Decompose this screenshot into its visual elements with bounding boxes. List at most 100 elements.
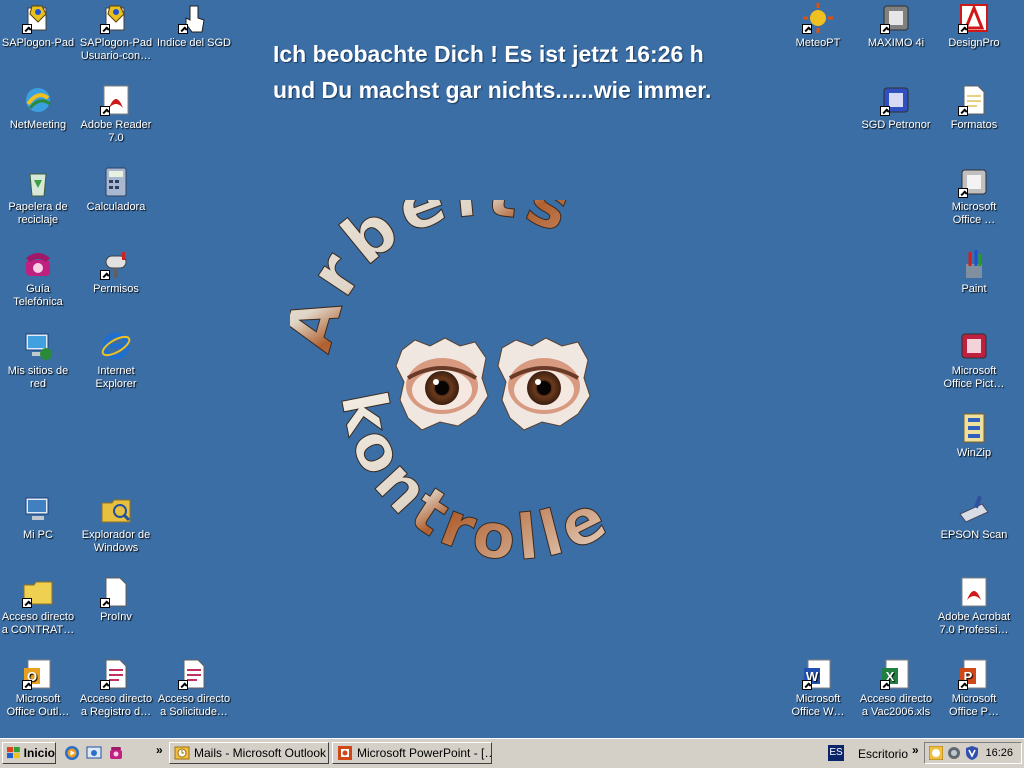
desktop-icon-office-tools[interactable]: Microsoft Office … [936,166,1012,227]
start-label: Inicio [23,746,55,760]
desktop-icon-calculadora[interactable]: Calculadora [78,166,154,214]
desktop-icon-saplogon-pad-usuario[interactable]: SAPlogon-Pad Usuario-con… [78,2,154,63]
desktop-icon-office-word[interactable]: W Microsoft Office W… [780,658,856,719]
desktop-icon-label: Acceso directo a Vac2006.xls [859,693,933,718]
clock[interactable]: 16:26 [985,747,1013,759]
shortcut-arrow-icon [958,680,968,690]
desktop-icon-registro[interactable]: Acceso directo a Registro d… [78,658,154,719]
desktop-icon-label: Paint [961,283,987,295]
phone-directory-icon[interactable] [108,745,124,761]
shortcut-arrow-icon [958,188,968,198]
desktop-icon-office-outlook[interactable]: O Microsoft Office Outl… [0,658,76,719]
sun-icon [802,2,834,34]
desktop-icon-adobe-reader[interactable]: Adobe Reader 7.0 [78,84,154,145]
windows-explorer-icon [100,494,132,526]
outlook-icon: O [22,658,54,690]
desktop-icon-label: Microsoft Office … [951,201,997,226]
desktop-icon-office-picture[interactable]: Microsoft Office Pict… [936,330,1012,391]
desktop-icon-label: DesignPro [948,37,1000,49]
desktop-toolbar-chevron-icon[interactable]: » [912,743,919,757]
desktop-icon-acrobat[interactable]: Adobe Acrobat 7.0 Professi… [936,576,1012,637]
acrobat-icon [958,576,990,608]
word-icon: W [802,658,834,690]
desktop-icon-sgd-petronor[interactable]: SGD Petronor [858,84,934,132]
show-desktop-icon[interactable] [86,745,102,761]
my-computer-icon [22,494,54,526]
desktop-icon-netmeeting[interactable]: NetMeeting [0,84,76,132]
right-eye [497,337,591,431]
desktop-icon-designpro[interactable]: DesignPro [936,2,1012,50]
desktop-icon-label: Adobe Acrobat 7.0 Professi… [937,611,1011,636]
powerpoint-icon [338,746,352,760]
shortcut-arrow-icon [100,106,110,116]
desktop-toolbar-label[interactable]: Escritorio [858,747,908,761]
shortcut-arrow-icon [958,106,968,116]
desktop-icon-label: Mis sitios de red [7,365,69,390]
excel-icon: X [880,658,912,690]
network-places-icon [22,330,54,362]
shortcut-arrow-icon [880,106,890,116]
desktop-icon-label: SAPlogon-Pad Usuario-con… [79,37,153,62]
desktop-icon-solicitude[interactable]: Acceso directo a Solicitude… [156,658,232,719]
desktop-icon-permisos[interactable]: Permisos [78,248,154,296]
desktop-icon-vac2006[interactable]: X Acceso directo a Vac2006.xls [858,658,934,719]
desktop-icon-paint[interactable]: Paint [936,248,1012,296]
mailbox-icon [100,248,132,280]
desktop-icon-mis-sitios[interactable]: Mis sitios de red [0,330,76,391]
desktop-icon-acceso-contrat[interactable]: Acceso directo a CONTRAT… [0,576,76,637]
desktop-icon-label: Papelera de reciclaje [8,201,68,226]
desktop-icon-internet-explorer[interactable]: Internet Explorer [78,330,154,391]
paint-icon [958,248,990,280]
recycle-bin-icon [22,166,54,198]
desktop-icon-label: Guía Telefónica [13,283,63,308]
folder-icon [22,576,54,608]
document-icon [178,658,210,690]
shortcut-arrow-icon [802,680,812,690]
svg-text:Arbeits: Arbeits [290,200,587,359]
desktop-icon-label: Indice del SGD [157,37,231,49]
desktop-icon-winzip[interactable]: WinZip [936,412,1012,460]
internet-explorer-icon [100,330,132,362]
shortcut-arrow-icon [100,598,110,608]
task-powerpoint[interactable]: Microsoft PowerPoint - [… [332,742,492,764]
desktop-icon-epson-scan[interactable]: EPSON Scan [936,494,1012,542]
telephone-icon [22,248,54,280]
desktop-icon-indice-sgd[interactable]: Indice del SGD [156,2,232,50]
calculator-icon [100,166,132,198]
desktop-icon-label: Permisos [93,283,139,295]
shortcut-arrow-icon [958,24,968,34]
shortcut-arrow-icon [22,598,32,608]
clock-tray-icon[interactable] [929,746,943,760]
quicklaunch-chevron-icon[interactable]: » [156,743,163,757]
desktop-icon-guia-telefonica[interactable]: Guía Telefónica [0,248,76,309]
media-player-icon[interactable] [64,745,80,761]
desktop-icon-label: MAXIMO 4i [867,37,925,49]
desktop-icon-label: Explorador de Windows [81,529,151,554]
desktop-icon-label: SAPlogon-Pad [1,37,75,49]
desktop-icon-papelera[interactable]: Papelera de reciclaje [0,166,76,227]
desktop-icon-label: Microsoft Office P… [949,693,999,718]
adobe-reader-icon [100,84,132,116]
task-outlook-label: Mails - Microsoft Outlook [194,746,327,760]
office-tools-icon [958,166,990,198]
desktop-icon-meteopt[interactable]: MeteoPT [780,2,856,50]
desktop-icon-maximo[interactable]: MAXIMO 4i [858,2,934,50]
language-indicator[interactable]: ES [828,745,844,761]
message-line-2: und Du machst gar nichts......wie immer. [273,77,712,103]
task-outlook[interactable]: Mails - Microsoft Outlook [169,742,329,764]
desktop-icon-label: Microsoft Office W… [791,693,845,718]
antivirus-shield-icon[interactable] [965,746,979,760]
powerpoint-icon: P [958,658,990,690]
shortcut-arrow-icon [880,24,890,34]
start-button[interactable]: Inicio [2,742,56,764]
desktop-icon-proinv[interactable]: ProInv [78,576,154,624]
sap-logon-icon [22,2,54,34]
desktop-icon-formatos[interactable]: Formatos [936,84,1012,132]
desktop-icon-saplogon-pad[interactable]: SAPlogon-Pad [0,2,76,50]
desktop-icon-mi-pc[interactable]: Mi PC [0,494,76,542]
document-icon [100,658,132,690]
desktop-icon-explorador[interactable]: Explorador de Windows [78,494,154,555]
maximo-icon [880,2,912,34]
network-tray-icon[interactable] [947,746,961,760]
desktop-icon-office-ppt[interactable]: P Microsoft Office P… [936,658,1012,719]
